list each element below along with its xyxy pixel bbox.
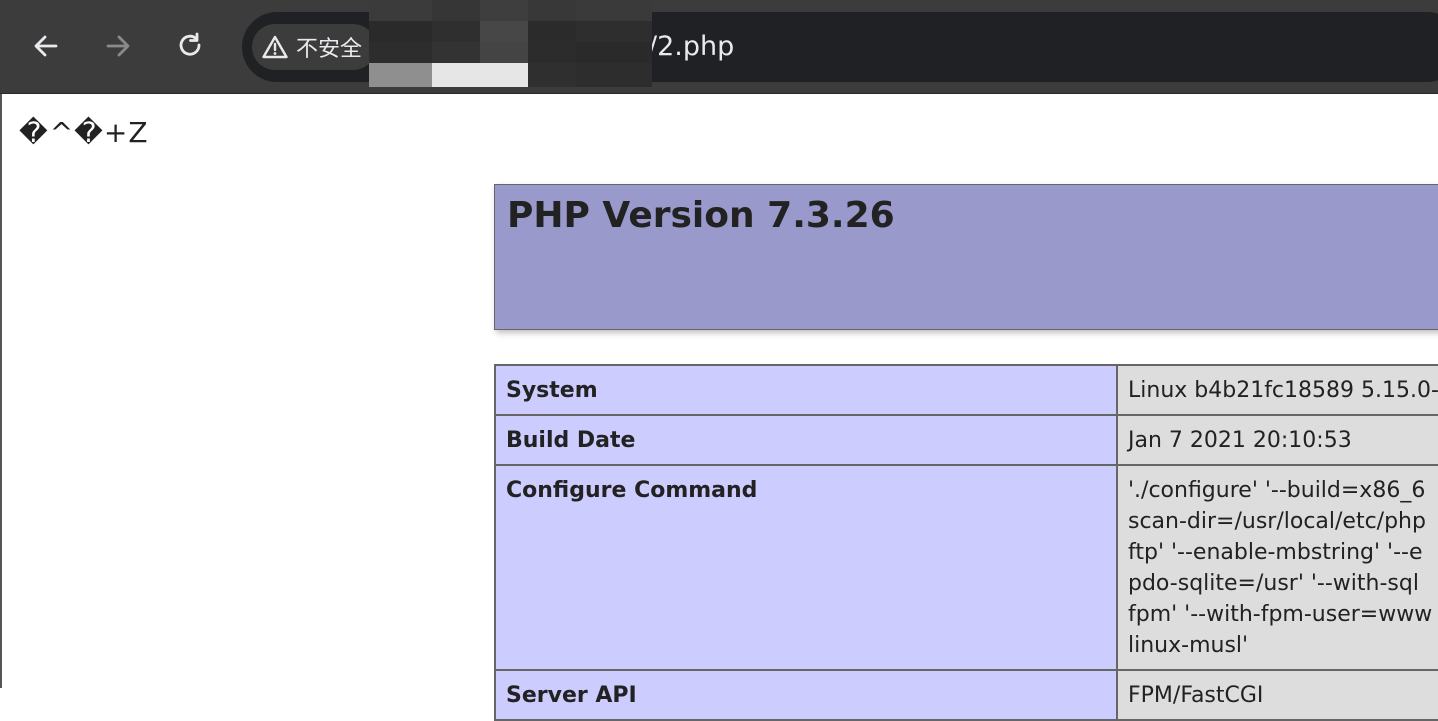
back-arrow-icon xyxy=(32,32,60,60)
table-row: Configure Command './configure' '--build… xyxy=(495,465,1438,670)
php-info-table: System Linux b4b21fc18589 5.15.0- Build … xyxy=(494,364,1438,721)
reload-icon xyxy=(176,32,204,60)
table-row: Build Date Jan 7 2021 20:10:53 xyxy=(495,415,1438,465)
row-value: FPM/FastCGI xyxy=(1117,670,1438,720)
back-button[interactable] xyxy=(23,23,69,69)
row-key: System xyxy=(495,365,1117,415)
warning-triangle-icon xyxy=(262,35,288,59)
row-value: './configure' '--build=x86_6 scan-dir=/u… xyxy=(1117,465,1438,670)
security-label: 不安全 xyxy=(296,31,362,63)
browser-toolbar: 不安全 /2.php xyxy=(0,0,1438,94)
php-version-title: PHP Version 7.3.26 xyxy=(507,195,895,236)
page-content: �^�+Z PHP Version 7.3.26 System Linux b… xyxy=(0,94,1438,688)
table-row: System Linux b4b21fc18589 5.15.0- xyxy=(495,365,1438,415)
url-text: /2.php xyxy=(648,30,734,64)
forward-arrow-icon xyxy=(104,32,132,60)
row-value: Linux b4b21fc18589 5.15.0- xyxy=(1117,365,1438,415)
garbled-output-text: �^�+Z xyxy=(19,116,149,149)
php-version-header: PHP Version 7.3.26 xyxy=(494,184,1438,330)
row-key: Server API xyxy=(495,670,1117,720)
row-value: Jan 7 2021 20:10:53 xyxy=(1117,415,1438,465)
reload-button[interactable] xyxy=(167,23,213,69)
row-key: Configure Command xyxy=(495,465,1117,670)
row-key: Build Date xyxy=(495,415,1117,465)
security-indicator[interactable]: 不安全 xyxy=(252,24,376,70)
redaction-mosaic xyxy=(369,0,652,87)
forward-button[interactable] xyxy=(95,23,141,69)
table-row: Server API FPM/FastCGI xyxy=(495,670,1438,720)
